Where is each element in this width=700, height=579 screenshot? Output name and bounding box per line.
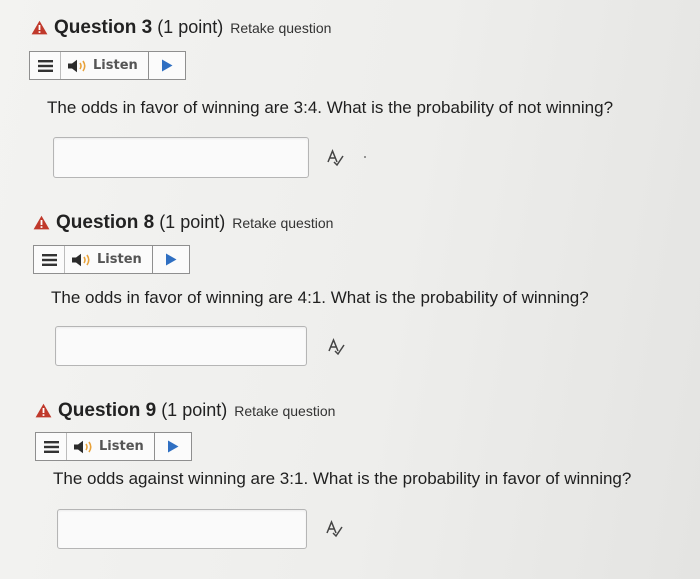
question-header-row: Question 3 (1 point) Retake question [31,17,331,39]
play-button[interactable] [149,52,185,79]
speaker-icon [74,440,92,453]
listen-toolbar: Listen [33,245,190,274]
retake-question-link[interactable]: Retake question [230,20,331,36]
listen-button[interactable]: Listen [67,433,155,460]
answer-input[interactable] [53,137,309,178]
question-points: (1 point) [159,212,226,232]
play-icon [161,59,173,72]
decorative-dot [364,156,366,158]
listen-button[interactable]: Listen [61,52,149,79]
answer-input[interactable] [57,509,307,549]
listen-menu-button[interactable] [30,52,61,79]
retake-question-link[interactable]: Retake question [234,403,335,419]
play-button[interactable] [153,246,189,273]
menu-icon [37,59,53,72]
question-points: (1 point) [161,400,228,420]
question-9-header: Question 9 (1 point) Retake question [35,400,335,422]
spell-check-icon[interactable] [327,338,345,356]
spell-check-icon[interactable] [325,520,343,538]
listen-toolbar: Listen [29,51,186,80]
play-button[interactable] [155,433,191,460]
listen-label: Listen [99,439,144,454]
play-icon [165,253,177,266]
question-8-header: Question 8 (1 point) Retake question [33,212,333,234]
answer-input[interactable] [55,326,307,366]
question-title: Question 3 [54,17,153,38]
question-title: Question 8 [56,212,155,233]
listen-label: Listen [93,58,138,73]
question-header-row: Question 8 (1 point) Retake question [33,212,333,234]
spell-check-icon[interactable] [326,149,344,167]
warning-icon [33,215,50,230]
question-points: (1 point) [157,17,224,37]
warning-icon [31,20,48,35]
question-header-row: Question 9 (1 point) Retake question [35,400,335,422]
question-prompt: The odds in favor of winning are 3:4. Wh… [47,98,614,117]
menu-icon [41,253,57,266]
question-title: Question 9 [58,400,157,421]
speaker-icon [68,59,86,72]
listen-menu-button[interactable] [36,433,67,460]
listen-toolbar: Listen [35,432,192,461]
listen-label: Listen [97,252,142,267]
menu-icon [43,440,59,453]
question-prompt: The odds in favor of winning are 4:1. Wh… [51,288,589,307]
listen-button[interactable]: Listen [65,246,153,273]
listen-menu-button[interactable] [34,246,65,273]
question-3-header: Question 3 (1 point) Retake question [31,17,331,39]
retake-question-link[interactable]: Retake question [232,215,333,231]
question-prompt: The odds against winning are 3:1. What i… [53,469,632,488]
speaker-icon [72,253,90,266]
warning-icon [35,403,52,418]
play-icon [167,440,179,453]
